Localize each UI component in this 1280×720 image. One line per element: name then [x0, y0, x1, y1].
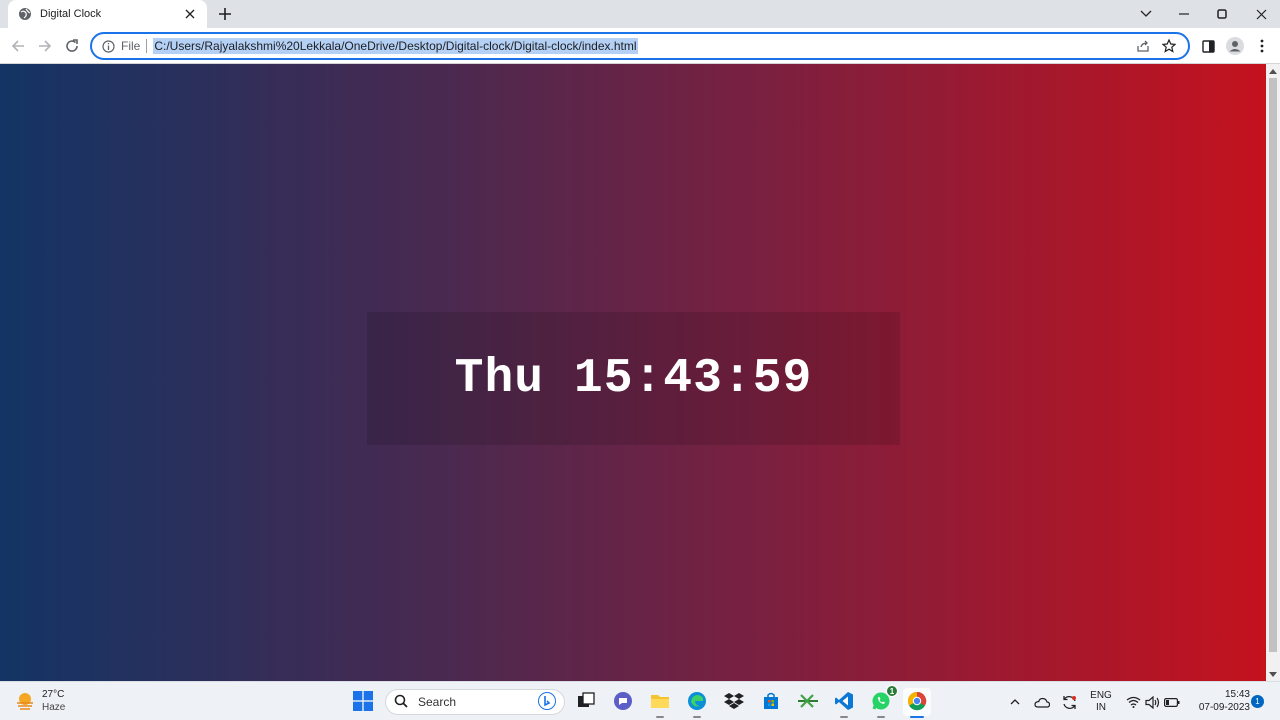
- file-explorer-app[interactable]: [646, 688, 674, 718]
- taskbar-time: 15:43: [1224, 689, 1250, 700]
- reload-button[interactable]: [60, 34, 84, 58]
- new-tab-button[interactable]: [214, 4, 236, 24]
- language-code: ENG: [1090, 690, 1112, 701]
- vertical-scrollbar[interactable]: [1266, 64, 1280, 681]
- edge-icon: [687, 691, 707, 714]
- taskbar-search-box[interactable]: Search: [385, 689, 565, 715]
- minimize-button[interactable]: [1165, 0, 1203, 28]
- bookmark-star-icon[interactable]: [1158, 35, 1180, 57]
- edge-browser-app[interactable]: [683, 688, 711, 718]
- clock-display: Thu 15:43:59: [454, 351, 813, 406]
- bing-icon[interactable]: [538, 691, 556, 713]
- vscode-app[interactable]: [830, 688, 858, 718]
- url-text[interactable]: C:/Users/Rajyalakshmi%20Lekkala/OneDrive…: [153, 38, 638, 54]
- taskbar-date: 07-09-2023: [1198, 702, 1250, 713]
- taskbar: 27°C Haze Search 1 ENG IN 15:43 07-09-20…: [0, 681, 1280, 720]
- microsoft-store-app[interactable]: [757, 688, 785, 716]
- menu-kebab-icon[interactable]: [1250, 34, 1274, 58]
- folder-icon: [650, 692, 670, 713]
- taskbar-clock[interactable]: 15:43 07-09-2023: [1186, 688, 1250, 714]
- teams-chat-app[interactable]: [609, 688, 637, 716]
- back-button[interactable]: [6, 34, 30, 58]
- scheme-separator: [146, 39, 148, 53]
- browser-tab[interactable]: Digital Clock: [8, 0, 207, 28]
- whatsapp-app[interactable]: 1: [867, 685, 898, 718]
- battery-icon[interactable]: [1162, 690, 1182, 714]
- search-icon: [394, 694, 410, 710]
- language-indicator[interactable]: ENG IN: [1086, 690, 1116, 714]
- notification-badge[interactable]: 1: [1251, 695, 1264, 708]
- volume-icon[interactable]: [1143, 690, 1161, 714]
- task-view-icon: [577, 691, 595, 713]
- weather-widget[interactable]: 27°C Haze: [14, 686, 65, 716]
- close-window-button[interactable]: [1242, 0, 1280, 28]
- info-icon[interactable]: [100, 38, 116, 54]
- tray-overflow-chevron-icon[interactable]: [1007, 690, 1023, 714]
- onedrive-cloud-icon[interactable]: [1032, 690, 1052, 714]
- browser-toolbar: File C:/Users/Rajyalakshmi%20Lekkala/One…: [0, 28, 1280, 64]
- sync-icon[interactable]: [1059, 690, 1079, 714]
- close-tab-icon[interactable]: [181, 5, 199, 23]
- tab-title: Digital Clock: [40, 8, 102, 20]
- page-viewport: Thu 15:43:59: [0, 64, 1266, 681]
- snipping-tool-icon: [797, 692, 819, 713]
- chat-icon: [613, 691, 633, 714]
- scroll-down-arrow-icon[interactable]: [1266, 667, 1280, 681]
- wifi-icon[interactable]: [1124, 690, 1142, 714]
- task-view-button[interactable]: [572, 688, 600, 716]
- whatsapp-badge: 1: [886, 685, 898, 697]
- scroll-up-arrow-icon[interactable]: [1266, 64, 1280, 78]
- share-icon[interactable]: [1132, 35, 1154, 57]
- language-region: IN: [1096, 702, 1106, 713]
- store-icon: [762, 692, 780, 713]
- chrome-icon: [907, 691, 927, 714]
- tab-strip: Digital Clock: [0, 0, 1280, 28]
- address-bar[interactable]: File C:/Users/Rajyalakshmi%20Lekkala/One…: [90, 32, 1190, 60]
- restore-button[interactable]: [1203, 0, 1241, 28]
- weather-temperature: 27°C: [42, 689, 65, 700]
- tab-search-chevron-icon[interactable]: [1127, 0, 1165, 28]
- forward-button[interactable]: [33, 34, 57, 58]
- search-label: Search: [418, 695, 457, 709]
- dropbox-app[interactable]: [720, 688, 748, 716]
- clock-panel: Thu 15:43:59: [367, 312, 900, 445]
- haze-weather-icon: [14, 690, 36, 712]
- dropbox-icon: [724, 692, 744, 713]
- side-panel-icon[interactable]: [1196, 34, 1220, 58]
- scheme-label: File: [121, 39, 141, 53]
- vscode-icon: [834, 691, 854, 714]
- weather-condition: Haze: [42, 702, 66, 713]
- globe-icon: [18, 7, 32, 21]
- snipping-app[interactable]: [794, 688, 822, 716]
- scrollbar-thumb[interactable]: [1269, 78, 1277, 652]
- windows-logo-icon: [353, 690, 373, 714]
- start-button[interactable]: [349, 688, 377, 716]
- chrome-app[interactable]: [903, 688, 931, 718]
- profile-avatar-icon[interactable]: [1223, 34, 1247, 58]
